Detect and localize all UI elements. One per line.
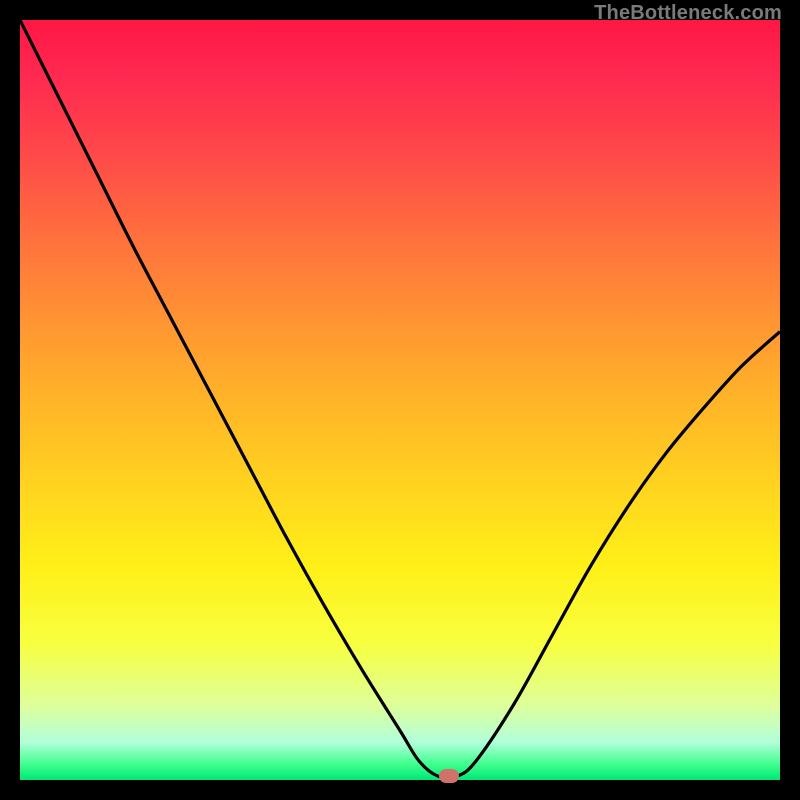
curve-svg: [20, 20, 780, 780]
bottleneck-curve-path: [20, 20, 780, 778]
min-marker: [439, 769, 459, 783]
chart-stage: TheBottleneck.com: [0, 0, 800, 800]
plot-area: [20, 20, 780, 780]
